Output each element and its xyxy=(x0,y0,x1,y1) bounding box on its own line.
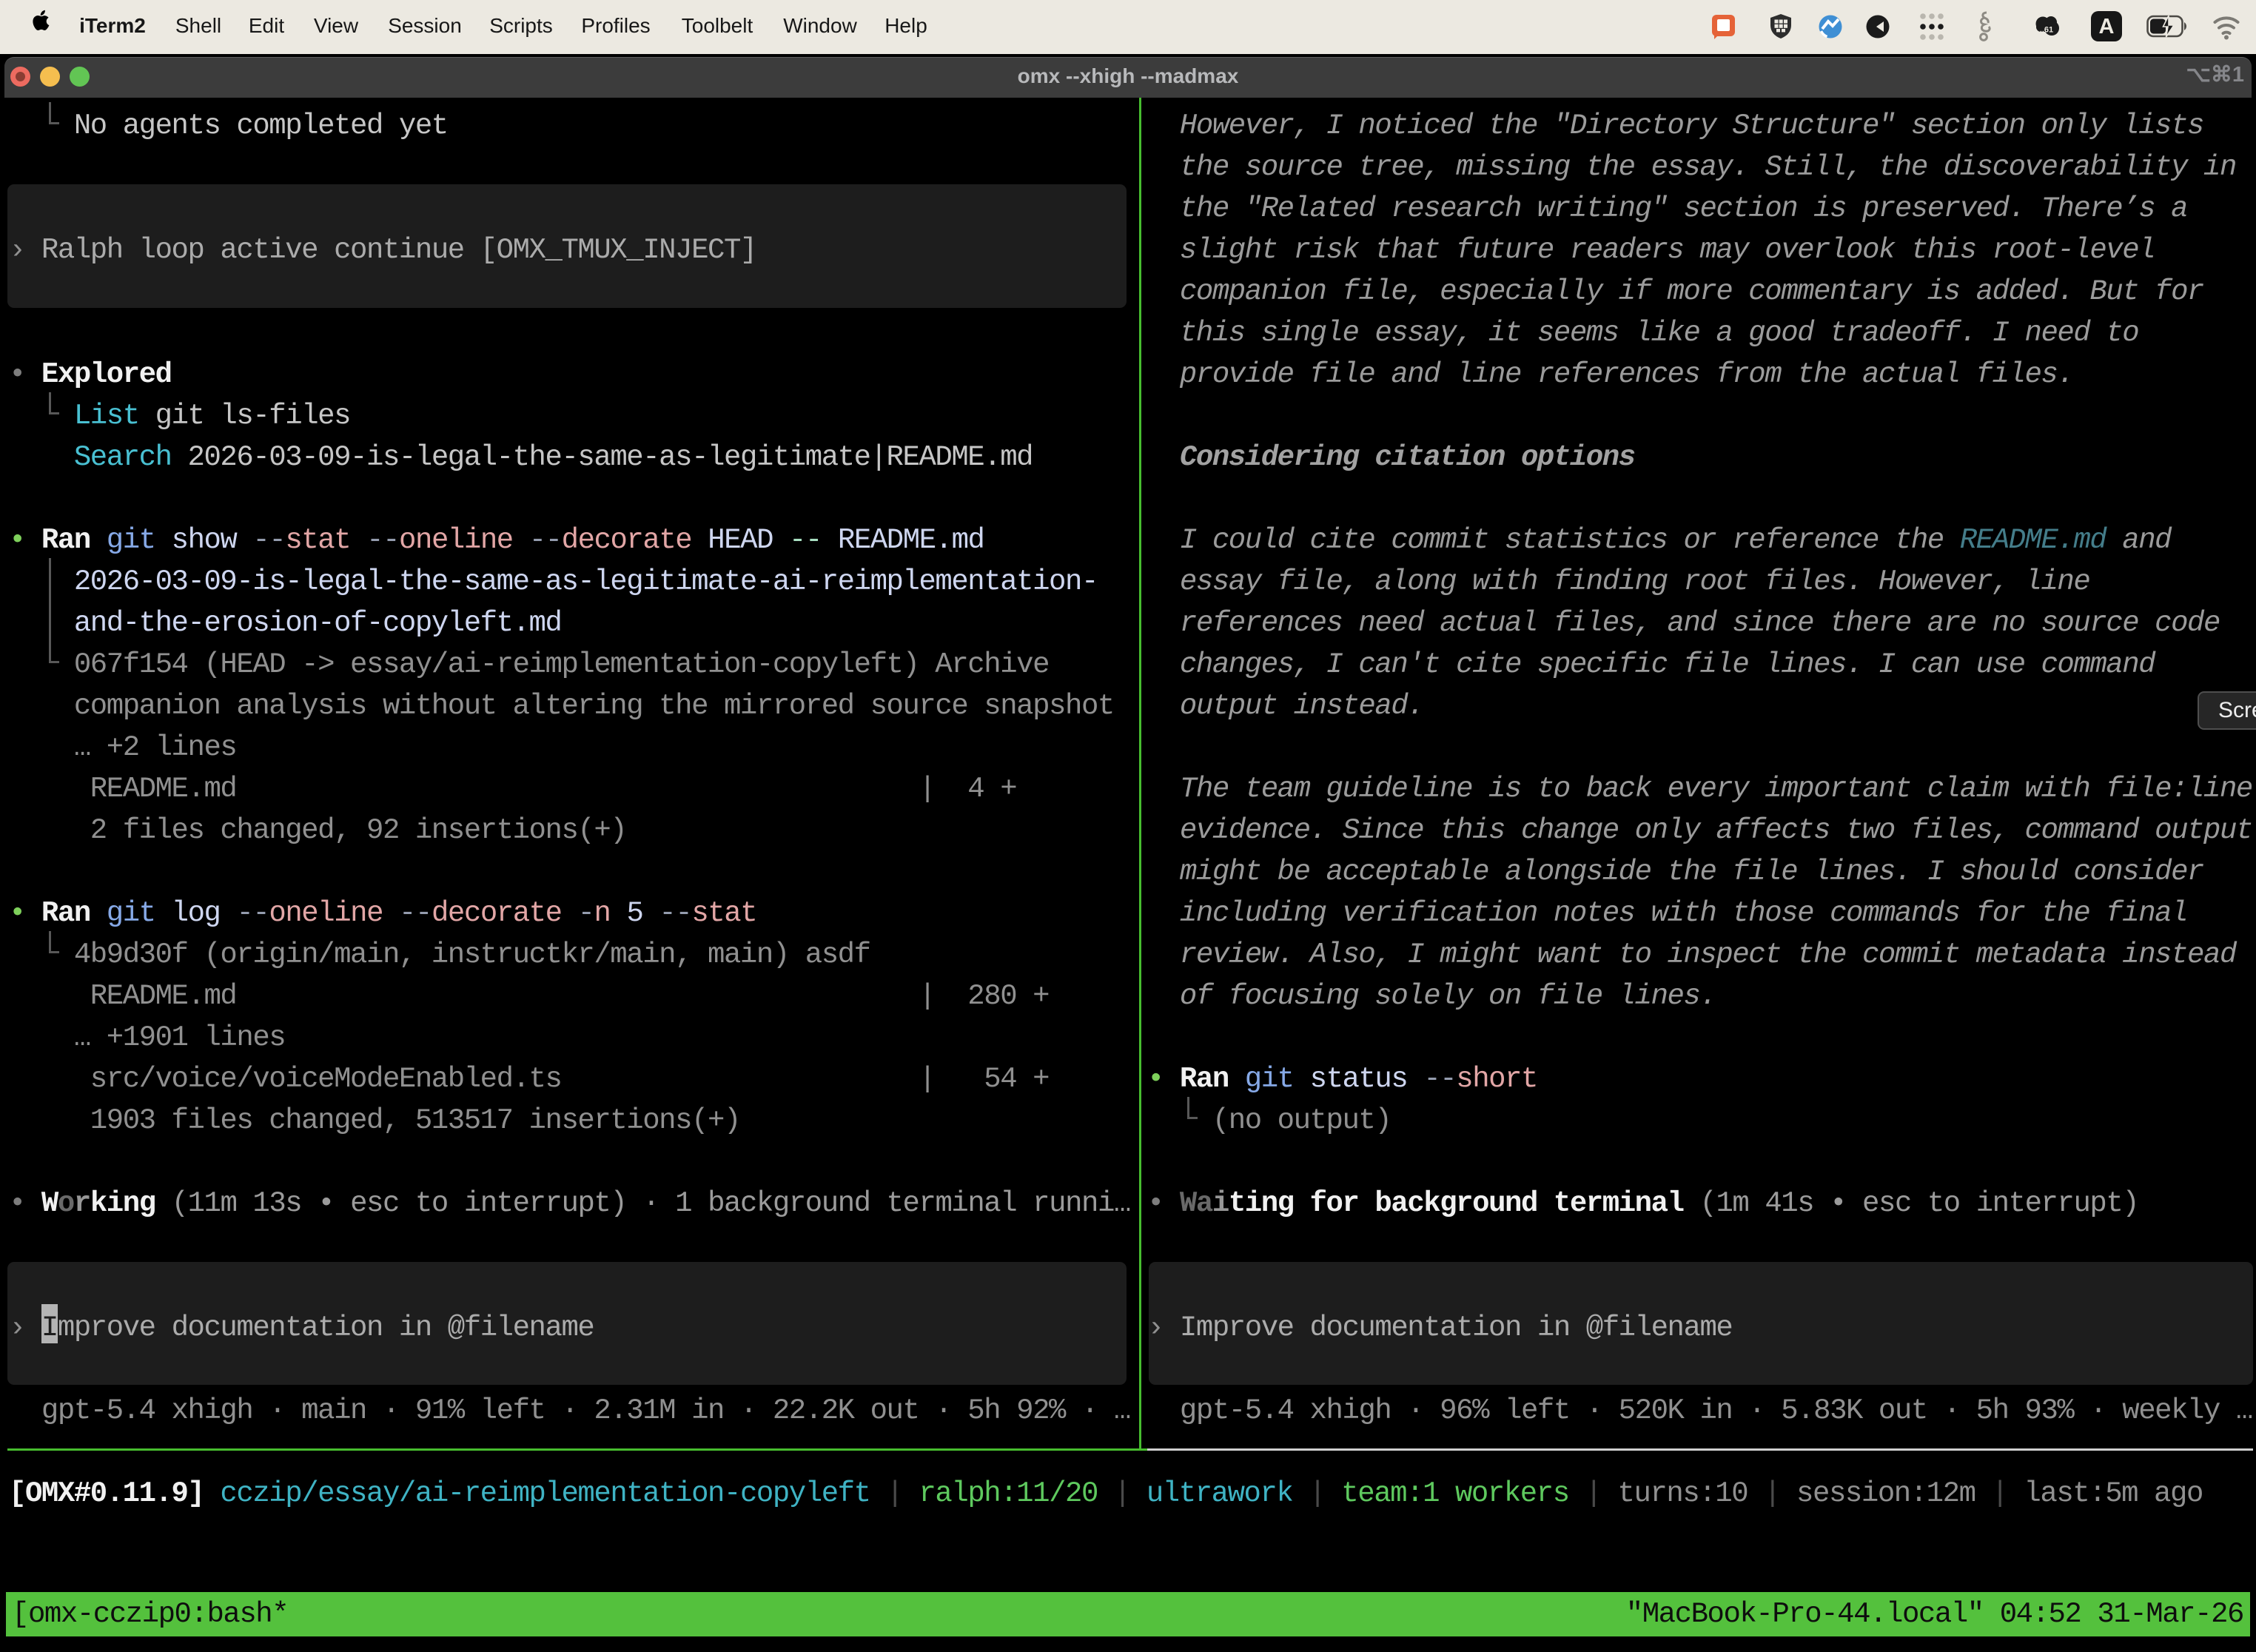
svg-text:..61: ..61 xyxy=(2040,26,2053,35)
